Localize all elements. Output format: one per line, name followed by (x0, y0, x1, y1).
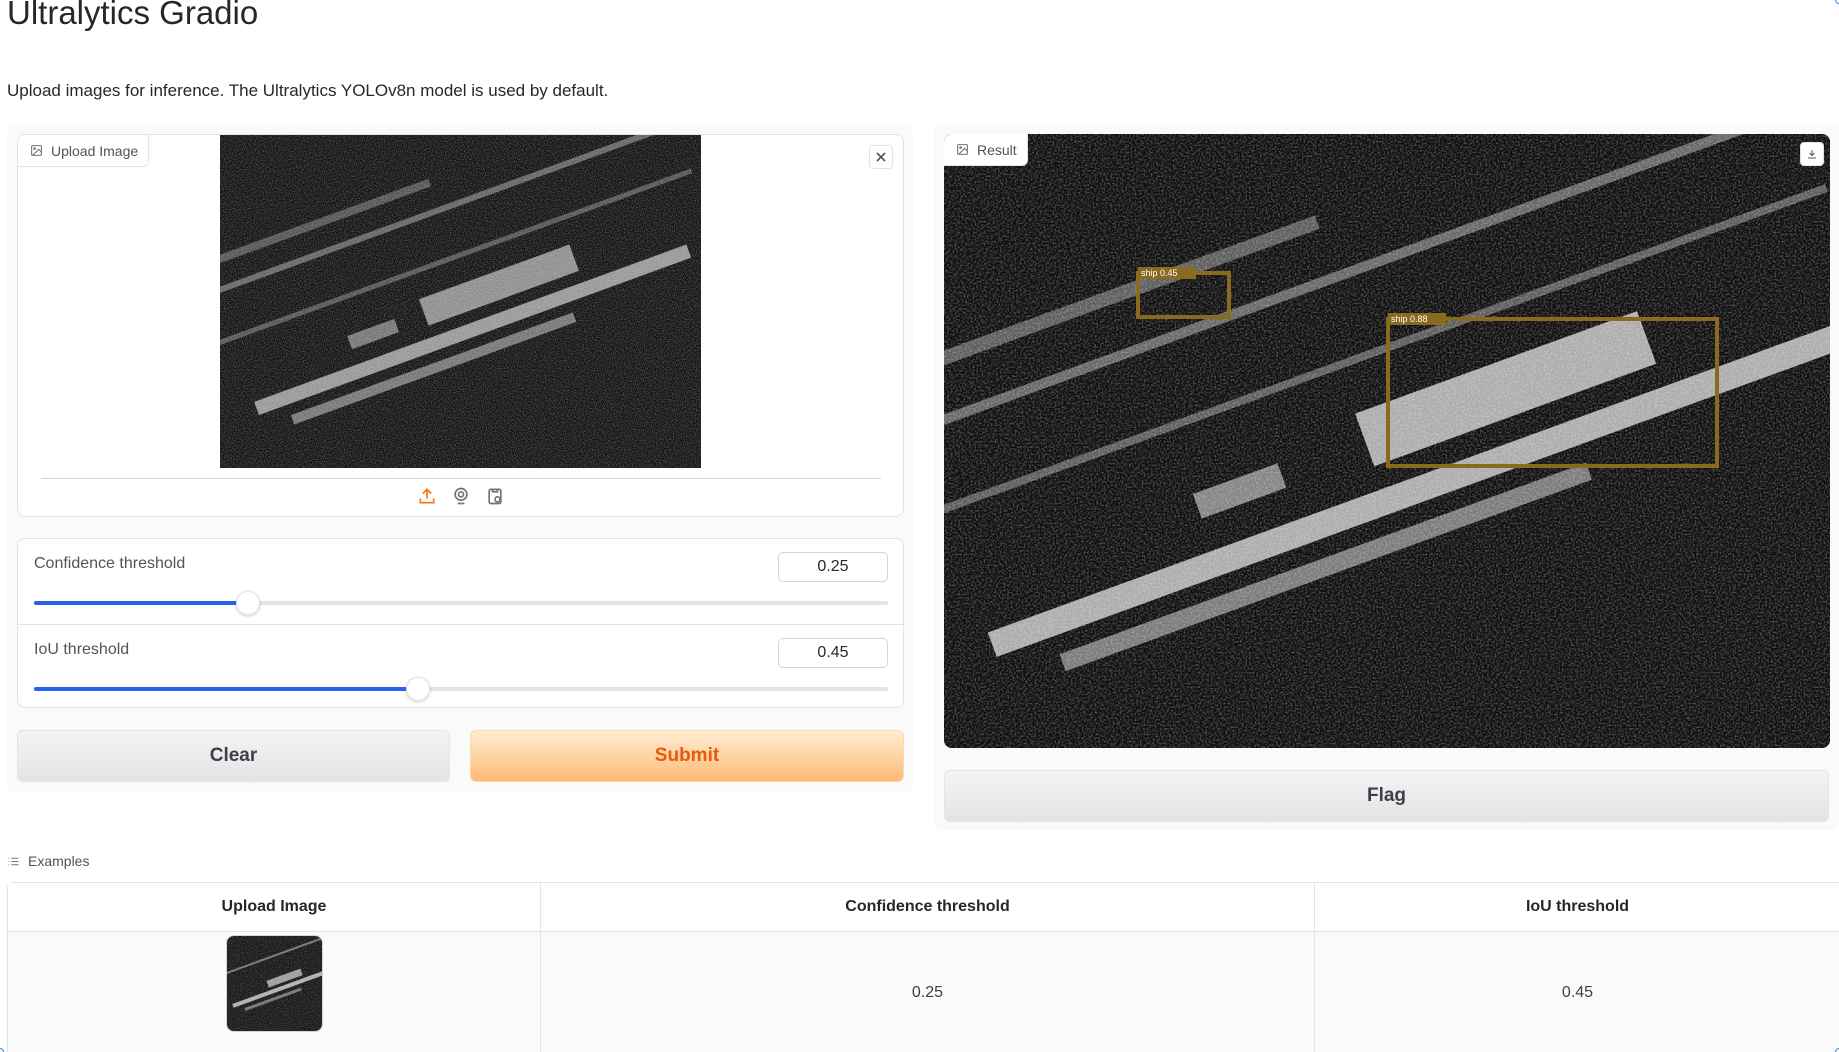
webcam-icon[interactable] (450, 485, 472, 507)
confidence-label: Confidence threshold (34, 555, 186, 572)
uploaded-sar-image (220, 135, 701, 468)
result-label: Result (944, 134, 1028, 166)
image-icon (31, 145, 42, 156)
examples-header-image: Upload Image (8, 883, 541, 931)
example-thumbnail[interactable] (225, 935, 323, 1032)
threshold-sliders: Confidence threshold IoU threshold (17, 538, 904, 708)
window-corner-marker (1835, 0, 1839, 4)
examples-header: Examples (7, 853, 89, 869)
window-corner-marker (1835, 1048, 1839, 1052)
upload-icon[interactable] (416, 485, 438, 507)
list-icon (8, 857, 19, 865)
result-label-text: Result (977, 141, 1017, 158)
iou-slider-fill (34, 687, 419, 691)
image-icon (957, 144, 968, 155)
confidence-slider-row: Confidence threshold (18, 539, 903, 624)
output-column: Result ship 0.45 ship 0.88 Flag (934, 124, 1839, 830)
examples-table-header: Upload Image Confidence threshold IoU th… (8, 883, 1839, 932)
example-sar-thumbnail (226, 936, 322, 1031)
image-source-selector (18, 485, 903, 513)
clear-image-button[interactable] (869, 145, 893, 169)
example-iou-cell[interactable]: 0.45 (1315, 932, 1839, 1052)
confidence-slider-fill (34, 601, 248, 605)
window-corner-marker (0, 1048, 4, 1052)
download-button[interactable] (1800, 142, 1824, 166)
iou-label: IoU threshold (34, 641, 130, 658)
iou-slider-thumb[interactable] (406, 677, 431, 701)
examples-table: Upload Image Confidence threshold IoU th… (7, 882, 1839, 1052)
flag-button[interactable]: Flag (944, 770, 1829, 822)
close-icon (876, 152, 886, 162)
submit-button[interactable]: Submit (470, 730, 904, 782)
iou-number-input[interactable] (778, 638, 888, 668)
detection-label-large: ship 0.88 (1391, 314, 1428, 324)
clipboard-icon[interactable] (484, 485, 506, 507)
examples-label: Examples (28, 853, 90, 869)
detection-label-small: ship 0.45 (1141, 268, 1178, 278)
example-confidence-cell[interactable]: 0.25 (541, 932, 1315, 1052)
example-image-cell[interactable] (8, 932, 541, 1052)
input-column: Upload Image Confidence threshold 0.25 I… (7, 124, 913, 792)
confidence-slider-thumb[interactable] (235, 591, 260, 615)
gradio-page: Ultralytics Gradio Upload images for inf… (0, 0, 1839, 1052)
confidence-number-input[interactable] (778, 552, 888, 582)
confidence-slider-track[interactable] (34, 591, 888, 615)
table-row[interactable]: 0.25 0.45 (8, 932, 1839, 1052)
page-title: Ultralytics Gradio (7, 0, 259, 31)
upload-image-block[interactable]: Upload Image (17, 134, 904, 517)
examples-header-confidence: Confidence threshold (541, 883, 1315, 931)
clear-button[interactable]: Clear (17, 730, 450, 782)
download-icon (1808, 150, 1816, 159)
result-image-block: Result ship 0.45 ship 0.88 (944, 134, 1830, 748)
upload-image-label-text: Upload Image (51, 142, 139, 159)
page-description: Upload images for inference. The Ultraly… (7, 81, 609, 100)
iou-slider-row: IoU threshold (18, 624, 903, 709)
iou-slider-track[interactable] (34, 677, 888, 701)
upload-divider (41, 478, 881, 479)
examples-header-iou: IoU threshold (1525, 898, 1630, 915)
result-sar-image: ship 0.45 ship 0.88 (944, 134, 1830, 748)
upload-image-label: Upload Image (18, 135, 150, 167)
